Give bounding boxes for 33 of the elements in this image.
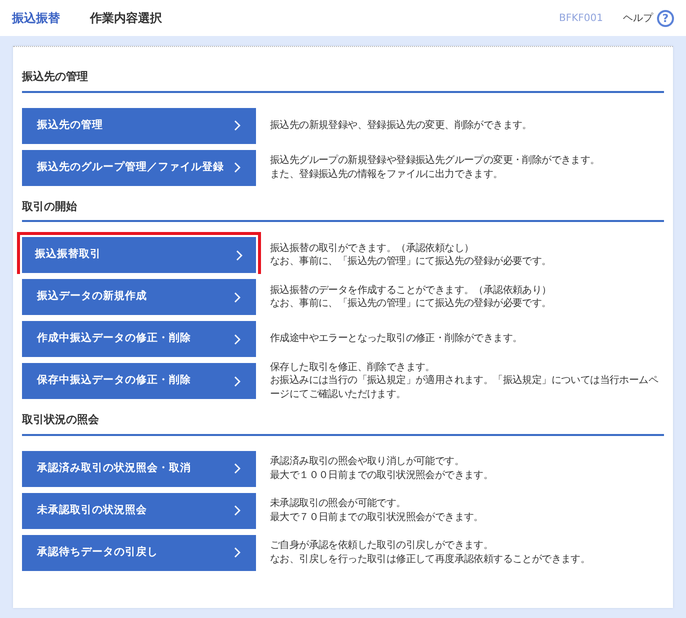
description-text: なお、事前に、「振込先の管理」にて振込先の登録が必要です。 (270, 255, 552, 268)
section-title: 取引の開始 (22, 186, 664, 222)
help-link[interactable]: ヘルプ (623, 10, 653, 26)
description-text: 振込振替の取引ができます。（承認依頼なし） (270, 242, 475, 255)
page-title: 振込振替 (12, 10, 60, 27)
screen-id: BFKF001 (558, 12, 603, 26)
page-subtitle: 作業内容選択 (90, 10, 162, 27)
description-text: 振込振替のデータを作成することができます。（承認依頼あり） (270, 284, 552, 297)
chevron-right-icon (234, 334, 241, 344)
chevron-right-icon (234, 120, 241, 131)
description-text: 振込先グループの新規登録や登録振込先グループの変更・削除ができます。 (270, 154, 601, 168)
chevron-right-icon (234, 162, 241, 173)
section-title: 取引状況の照会 (22, 400, 664, 436)
description-text: 承認済み取引の照会や取り消しが可能です。 (270, 455, 466, 468)
help-icon[interactable]: ? (657, 10, 674, 26)
chevron-right-icon (236, 250, 243, 260)
description-text: なお、事前に、「振込先の管理」にて振込先の登録が必要です。 (270, 297, 552, 310)
description-text: なお、引戻しを行った取引は修正して再度承認依頼することができます。 (270, 552, 592, 566)
description-text: 作成途中やエラーとなった取引の修正・削除ができます。 (270, 332, 524, 346)
description-text: ご自身が承認を依頼した取引の引戻しができます。 (270, 539, 494, 552)
description-text: 最大で１００日前までの取引状況照会ができます。 (270, 468, 494, 482)
description-text: 振込先の新規登録や、登録振込先の変更、削除ができます。 (270, 118, 533, 132)
description-text: お振込みには当行の「振込規定」が適用されます。「振込規定」については当行ホームページにてご確認いただけます。 (270, 374, 660, 402)
description-text: 最大で７０日前までの取引状況照会ができます。 (270, 510, 484, 524)
chevron-right-icon (234, 463, 241, 474)
chevron-right-icon (234, 505, 241, 516)
description-text: 保存した取引を修正、削除できます。 (270, 360, 436, 374)
description-text: また、登録振込先の情報をファイルに出力できます。 (270, 168, 504, 181)
chevron-right-icon (234, 547, 241, 558)
chevron-right-icon (234, 292, 241, 302)
description-text: 未承認取引の照会が可能です。 (270, 497, 407, 510)
section-title: 振込先の管理 (22, 57, 664, 92)
chevron-right-icon (234, 376, 241, 386)
